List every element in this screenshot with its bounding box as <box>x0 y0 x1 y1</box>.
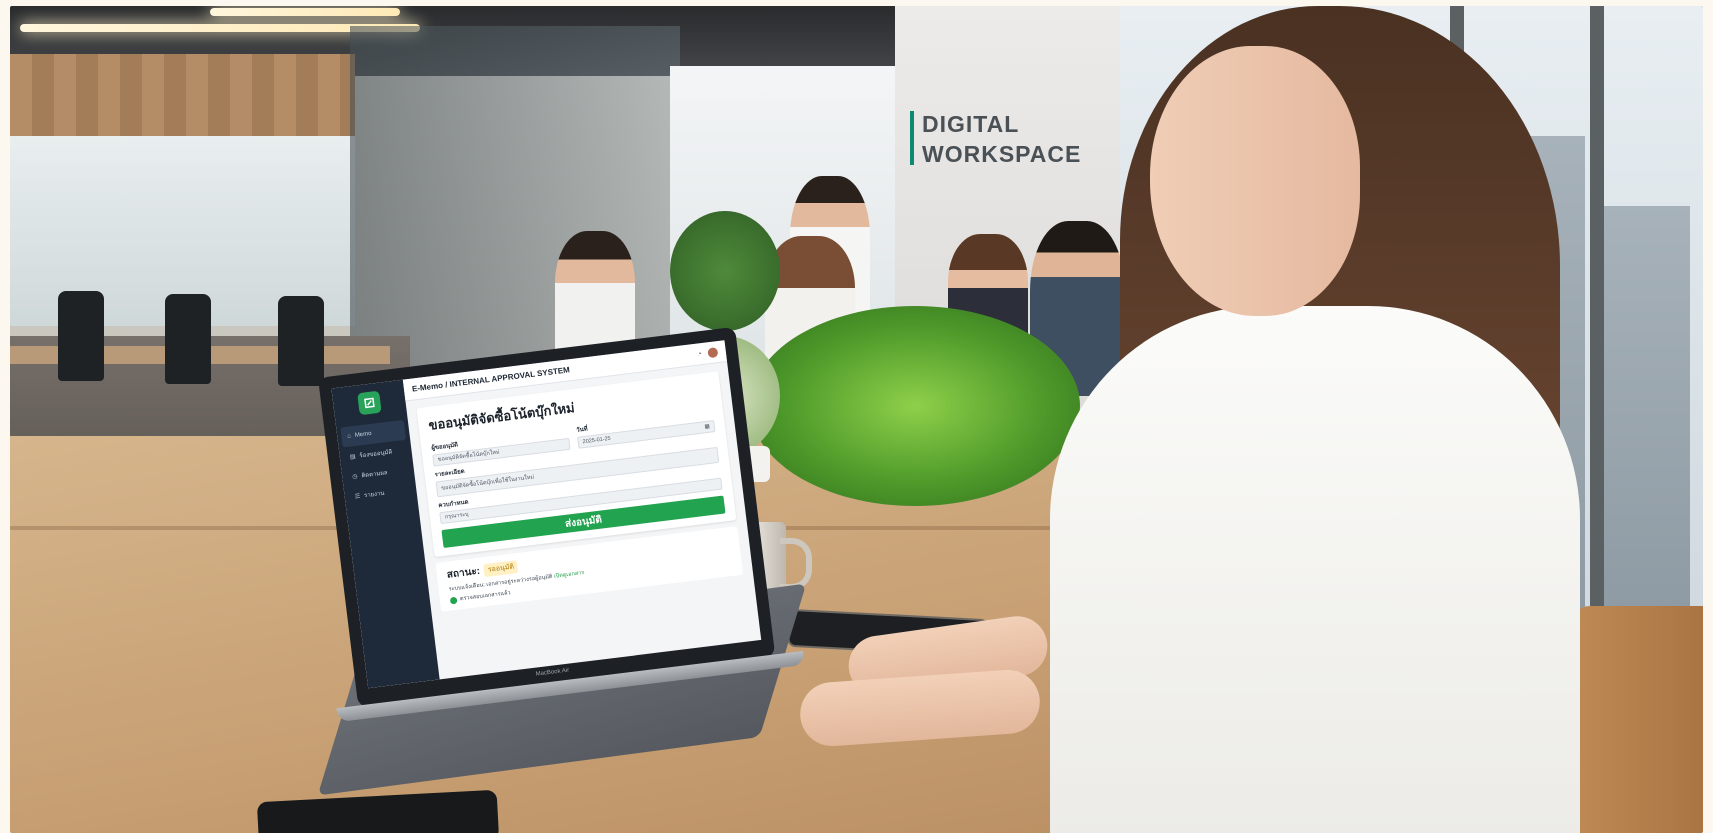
calendar-icon[interactable]: ▦ <box>704 424 710 431</box>
office-photo: DIGITAL WORKSPACE <box>10 6 1703 833</box>
avatar[interactable] <box>707 346 719 358</box>
office-chair <box>278 296 324 386</box>
chair <box>1570 606 1703 833</box>
woman-face <box>1150 46 1360 316</box>
topbar-icons: ◔ <box>696 346 719 359</box>
date-value: 2025-01-25 <box>582 435 612 446</box>
status-label: สถานะ: <box>446 565 481 581</box>
office-chair <box>165 294 211 384</box>
app-main: E-Memo / INTERNAL APPROVAL SYSTEM ◔ ขออน… <box>402 340 761 679</box>
mug-handle <box>780 538 812 590</box>
sidebar-item-label: ติดตามผล <box>361 470 388 480</box>
ceiling-light <box>210 8 400 16</box>
laptop-lid: ⌂ Memo ▤ ร้องขออนุมัติ ◷ ติดตามผล ☰ รายง… <box>318 326 776 708</box>
document-icon: ▤ <box>349 453 356 461</box>
open-document-link[interactable]: เปิดดูเอกสาร <box>554 570 585 580</box>
home-icon: ⌂ <box>347 433 352 440</box>
app-logo-icon[interactable] <box>357 390 382 416</box>
sidebar-item-label: Memo <box>354 430 372 439</box>
wall-sign-line1: DIGITAL <box>922 111 1020 137</box>
laptop-brand-label: MacBook Air <box>535 667 570 678</box>
list-icon: ☰ <box>354 493 361 500</box>
wall-sign-line2: WORKSPACE <box>922 141 1082 167</box>
laptop-screen: ⌂ Memo ▤ ร้องขออนุมัติ ◷ ติดตามผล ☰ รายง… <box>331 340 762 689</box>
plant <box>670 211 780 331</box>
sidebar-item-label: รายงาน <box>363 490 385 500</box>
planter-foliage <box>750 306 1080 506</box>
clock-icon: ◷ <box>351 473 358 481</box>
office-chair <box>58 291 104 381</box>
status-badge: รออนุมัติ <box>483 560 519 578</box>
check-icon <box>449 596 458 605</box>
window-mullion <box>1590 6 1604 626</box>
wall-sign: DIGITAL WORKSPACE <box>922 109 1081 169</box>
laptop: ⌂ Memo ▤ ร้องขออนุมัติ ◷ ติดตามผล ☰ รายง… <box>318 326 805 731</box>
sign-accent-bar <box>910 111 914 165</box>
request-form: ขออนุมัติจัดซื้อโน้ตบุ๊กใหม่ ผู้ขออนุมัต… <box>416 371 737 558</box>
app-title: E-Memo / INTERNAL APPROVAL SYSTEM <box>411 365 571 394</box>
building <box>1600 206 1690 626</box>
sidebar-item-label: ร้องขออนุมัติ <box>359 449 393 460</box>
bell-icon[interactable]: ◔ <box>697 349 703 359</box>
woman-blouse <box>1050 306 1580 833</box>
